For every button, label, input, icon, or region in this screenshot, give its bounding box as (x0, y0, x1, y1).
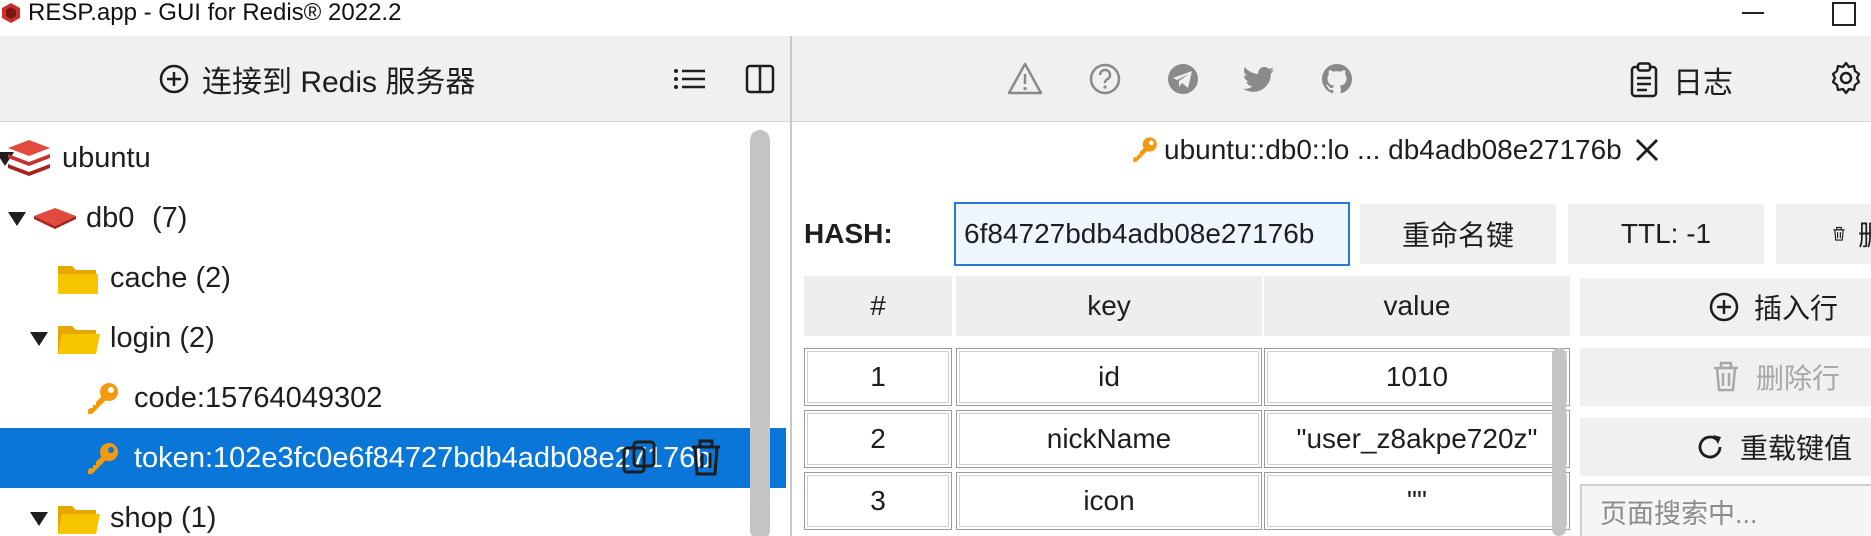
gear-icon[interactable] (1828, 60, 1864, 96)
column-header-value[interactable]: value (1264, 276, 1570, 336)
logs-label: 日志 (1673, 67, 1733, 100)
rename-key-button[interactable]: 重命名键 (1360, 204, 1556, 264)
maximize-button[interactable] (1822, 0, 1862, 26)
telegram-icon[interactable] (1164, 60, 1202, 98)
folder-icon (58, 266, 98, 294)
table-cell-num[interactable]: 1 (804, 348, 952, 406)
warning-icon[interactable] (1006, 60, 1044, 98)
key-tab[interactable]: ubuntu::db0::lo ... db4adb08e27176b (1130, 134, 1662, 166)
delete-key-button[interactable]: 删 (1776, 204, 1871, 264)
tree-item-folder-shop[interactable]: shop (1) (0, 488, 786, 536)
table-cell-key[interactable]: icon (956, 472, 1262, 530)
twitter-icon[interactable] (1240, 60, 1278, 98)
table-cell-num[interactable]: 2 (804, 410, 952, 468)
database-icon (34, 208, 76, 229)
tree-item-label: shop (1) (110, 501, 217, 534)
window-title: RESP.app - GUI for Redis® 2022.2 (28, 0, 402, 26)
close-icon[interactable] (1632, 135, 1662, 165)
left-toolbar: 连接到 Redis 服务器 (0, 36, 790, 122)
db-key-count: (7) (152, 201, 188, 234)
table-cell-value[interactable]: "user_z8akpe720z" (1264, 410, 1570, 468)
clipboard-icon (1630, 62, 1658, 98)
tree-item-label: cache (2) (110, 261, 231, 294)
folder-open-icon (58, 506, 100, 534)
db-label: db0 (86, 201, 135, 234)
reload-value-button[interactable]: 重载键值 (1580, 418, 1871, 476)
insert-row-button[interactable]: 插入行 (1580, 278, 1871, 336)
table-cell-key[interactable]: id (956, 348, 1262, 406)
folder-open-icon (58, 326, 100, 354)
right-toolbar: 日志 (792, 36, 1871, 122)
split-view-icon[interactable] (742, 62, 778, 96)
chevron-down-icon (8, 212, 26, 226)
minimize-button[interactable] (1732, 0, 1772, 26)
column-header-key[interactable]: key (956, 276, 1262, 336)
tree-item-db0[interactable]: db0 (7) (0, 188, 786, 248)
server-stack-icon (8, 140, 50, 176)
key-tab-title: ubuntu::db0::lo ... db4adb08e27176b (1164, 134, 1622, 165)
refresh-icon (1698, 435, 1722, 459)
connect-server-button[interactable]: 连接到 Redis 服务器 (158, 58, 475, 100)
trash-icon (1714, 361, 1738, 392)
trash-icon (1833, 226, 1845, 241)
tree-item-label: code:15764049302 (134, 381, 383, 414)
delete-row-label: 删除行 (1756, 363, 1841, 394)
chevron-down-icon (30, 512, 48, 526)
insert-row-label: 插入行 (1754, 293, 1839, 324)
tree-item-key-token[interactable]: token:102e3fc0e6f84727bdb4adb08e27176b (0, 428, 786, 488)
help-icon[interactable] (1086, 60, 1124, 98)
table-cell-value[interactable]: 1010 (1264, 348, 1570, 406)
key-icon (88, 443, 118, 474)
key-icon (88, 383, 118, 414)
chevron-down-icon (30, 332, 48, 346)
key-name-field[interactable] (954, 202, 1350, 266)
connect-server-label: 连接到 Redis 服务器 (202, 66, 476, 99)
ttl-label: TTL: -1 (1620, 218, 1712, 249)
copy-icon[interactable] (620, 438, 660, 478)
list-view-icon[interactable] (672, 62, 708, 96)
reload-value-label: 重载键值 (1740, 433, 1853, 464)
page-search-input[interactable] (1580, 484, 1871, 536)
table-cell-value[interactable]: "" (1264, 472, 1570, 530)
tree-item-label: ubuntu (62, 141, 151, 174)
tree-item-folder-cache[interactable]: cache (2) (0, 248, 786, 308)
tree-scrollbar[interactable] (750, 130, 770, 536)
delete-key-label: 删 (1858, 214, 1871, 254)
tree-item-label: login (2) (110, 321, 215, 354)
tree-item-server[interactable]: ubuntu (0, 128, 786, 188)
tree-item-key-code[interactable]: code:15764049302 (0, 368, 786, 428)
app-logo-icon (2, 3, 20, 23)
delete-row-button[interactable]: 删除行 (1580, 348, 1871, 406)
github-icon[interactable] (1318, 60, 1356, 98)
rename-key-label: 重命名键 (1401, 220, 1514, 251)
logs-button[interactable]: 日志 (1627, 58, 1733, 102)
trash-icon[interactable] (686, 438, 726, 478)
ttl-button[interactable]: TTL: -1 (1568, 204, 1764, 264)
plus-circle-icon (1709, 292, 1739, 322)
title-bar: RESP.app - GUI for Redis® 2022.2 (0, 0, 1871, 26)
tree-item-folder-login[interactable]: login (2) (0, 308, 786, 368)
column-header-num[interactable]: # (804, 276, 952, 336)
table-cell-key[interactable]: nickName (956, 410, 1262, 468)
table-scrollbar[interactable] (1552, 348, 1566, 536)
plus-circle-icon (159, 64, 189, 94)
table-cell-num[interactable]: 3 (804, 472, 952, 530)
key-tree: ubuntu db0 (7) cache (2) login (2) code:… (0, 124, 790, 536)
key-type-label: HASH: (804, 218, 893, 249)
row-actions (620, 438, 726, 478)
key-icon (1133, 137, 1157, 162)
